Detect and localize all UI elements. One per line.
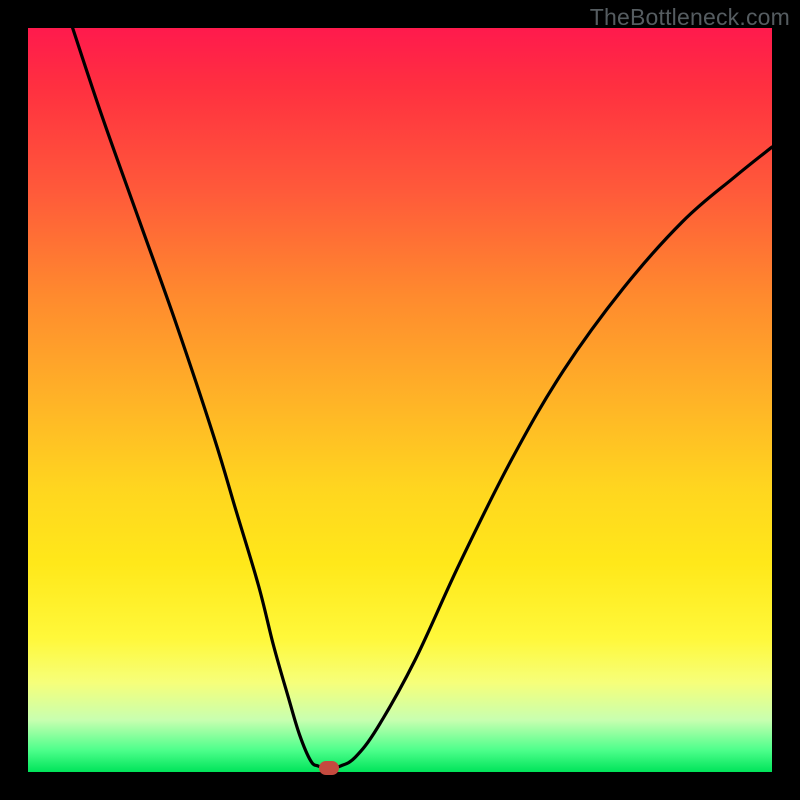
minimum-marker <box>319 761 339 775</box>
bottleneck-curve <box>28 28 772 772</box>
watermark-text: TheBottleneck.com <box>590 4 790 31</box>
plot-area <box>28 28 772 772</box>
chart-frame: TheBottleneck.com <box>0 0 800 800</box>
